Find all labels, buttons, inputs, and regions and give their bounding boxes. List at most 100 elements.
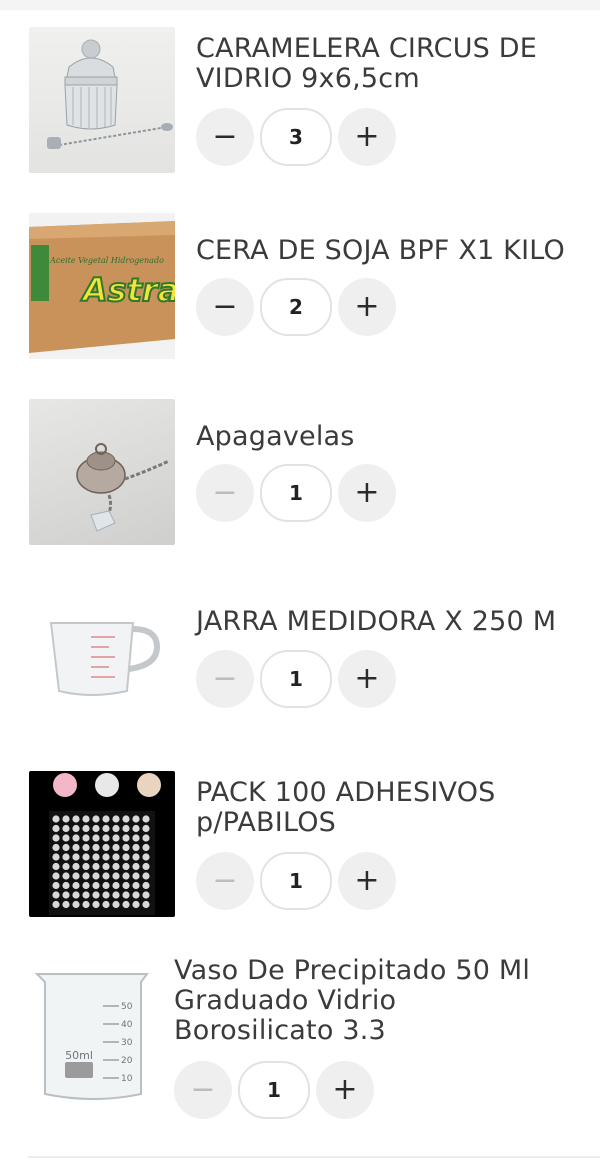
product-image[interactable]: Aceite Vegetal Hidrogenado Astra: [29, 213, 175, 359]
increment-button[interactable]: +: [338, 278, 396, 336]
adhesive-dot: [52, 891, 60, 899]
product-title-line: Borosilicato 3.3: [174, 1015, 386, 1046]
adhesive-dot: [112, 824, 120, 833]
adhesive-dot: [82, 900, 90, 909]
adhesive-dot: [72, 872, 80, 880]
product-title[interactable]: CARAMELERA CIRCUS DE VIDRIO 9x6,5cm: [196, 34, 537, 94]
increment-button[interactable]: +: [338, 650, 396, 708]
adhesive-dot: [52, 815, 60, 823]
increment-button[interactable]: +: [338, 464, 396, 522]
adhesive-dot: [102, 843, 110, 852]
quantity-value[interactable]: 3: [260, 108, 332, 166]
adhesive-dot: [62, 891, 70, 899]
box-brand-text: Astra: [80, 271, 175, 309]
adhesive-dot: [142, 815, 150, 823]
adhesive-dot: [122, 862, 130, 871]
quantity-value[interactable]: 1: [260, 464, 332, 522]
quantity-value[interactable]: 1: [260, 650, 332, 708]
product-title[interactable]: CERA DE SOJA BPF X1 KILO: [196, 236, 565, 266]
adhesive-dot: [112, 834, 120, 842]
adhesive-dot: [112, 872, 120, 880]
glass-beaker-icon: 50ml 50 40 30 20 10: [34, 973, 149, 1100]
adhesive-dot: [122, 881, 130, 890]
adhesive-dot: [102, 853, 110, 861]
product-image[interactable]: [29, 585, 175, 731]
increment-button[interactable]: +: [338, 108, 396, 166]
cart-page: CARAMELERA CIRCUS DE VIDRIO 9x6,5cm − 3 …: [0, 0, 600, 1160]
adhesive-dot: [102, 881, 110, 890]
adhesive-dot: [72, 891, 80, 899]
adhesive-dot: [92, 843, 100, 852]
adhesive-dot: [142, 862, 150, 871]
product-image[interactable]: [29, 771, 175, 917]
product-image[interactable]: [29, 27, 175, 173]
adhesive-dot: [72, 862, 80, 871]
adhesive-dot: [72, 824, 80, 833]
adhesive-dot: [122, 843, 130, 852]
decrement-button[interactable]: −: [196, 278, 254, 336]
adhesive-dot: [82, 824, 90, 833]
adhesive-dot: [72, 834, 80, 842]
adhesive-dot: [82, 815, 90, 823]
adhesive-dot: [92, 862, 100, 871]
adhesive-dot: [102, 815, 110, 823]
beaker-scale-label: 30: [121, 1038, 133, 1048]
adhesive-dot: [132, 881, 140, 890]
adhesive-dot: [82, 843, 90, 852]
product-image[interactable]: [29, 399, 175, 545]
adhesive-dot: [92, 872, 100, 880]
quantity-stepper: − 3 +: [196, 108, 396, 166]
adhesive-dot: [112, 891, 120, 899]
decrement-button[interactable]: −: [196, 852, 254, 910]
adhesive-dot: [132, 824, 140, 833]
adhesive-dot: [102, 824, 110, 833]
product-title-line: Apagavelas: [196, 421, 355, 452]
adhesive-dot: [142, 872, 150, 880]
increment-button[interactable]: +: [316, 1061, 374, 1119]
quantity-stepper: − 1 +: [196, 650, 396, 708]
product-title-line: JARRA MEDIDORA X 250 M: [196, 606, 557, 637]
candle-snuffer-icon: [76, 443, 170, 532]
measuring-jug-icon: [49, 622, 161, 696]
adhesive-dot: [52, 824, 60, 833]
beaker-scale-label: 20: [121, 1056, 133, 1066]
decrement-button[interactable]: −: [196, 108, 254, 166]
adhesive-dot: [122, 834, 130, 842]
adhesive-dot: [112, 843, 120, 852]
adhesive-dot: [72, 853, 80, 861]
product-title-line: CARAMELERA CIRCUS DE: [196, 33, 538, 64]
quantity-value[interactable]: 1: [260, 852, 332, 910]
adhesive-dot: [142, 824, 150, 833]
adhesive-dot: [142, 881, 150, 890]
decrement-button[interactable]: −: [196, 464, 254, 522]
product-title[interactable]: JARRA MEDIDORA X 250 M: [196, 607, 556, 637]
product-image[interactable]: 50ml 50 40 30 20 10: [29, 964, 155, 1110]
product-title[interactable]: Vaso De Precipitado 50 Ml Graduado Vidri…: [174, 956, 530, 1046]
increment-button[interactable]: +: [338, 852, 396, 910]
adhesive-dot: [132, 891, 140, 899]
cardboard-box-icon: Aceite Vegetal Hidrogenado Astra: [29, 221, 175, 353]
adhesive-dot: [142, 853, 150, 861]
product-title[interactable]: Apagavelas: [196, 422, 355, 452]
adhesive-dot: [112, 815, 120, 823]
adhesive-dot: [112, 853, 120, 861]
adhesive-dot: [52, 872, 60, 880]
decrement-button[interactable]: −: [196, 650, 254, 708]
product-title-line: VIDRIO 9x6,5cm: [196, 63, 420, 94]
product-title[interactable]: PACK 100 ADHESIVOS p/PABILOS: [196, 778, 496, 838]
adhesive-dot: [102, 872, 110, 880]
adhesive-dot: [62, 843, 70, 852]
decrement-button[interactable]: −: [174, 1061, 232, 1119]
adhesive-dot: [92, 815, 100, 823]
adhesive-dot: [132, 843, 140, 852]
quantity-value[interactable]: 1: [238, 1061, 310, 1119]
product-title-line: PACK 100 ADHESIVOS: [196, 777, 496, 808]
adhesive-dot: [122, 872, 130, 880]
adhesive-dot: [82, 881, 90, 890]
adhesive-dot: [52, 834, 60, 842]
adhesive-dot: [132, 853, 140, 861]
adhesive-dot: [72, 815, 80, 823]
quantity-value[interactable]: 2: [260, 278, 332, 336]
adhesive-dot: [82, 834, 90, 842]
adhesive-dot: [142, 900, 150, 909]
